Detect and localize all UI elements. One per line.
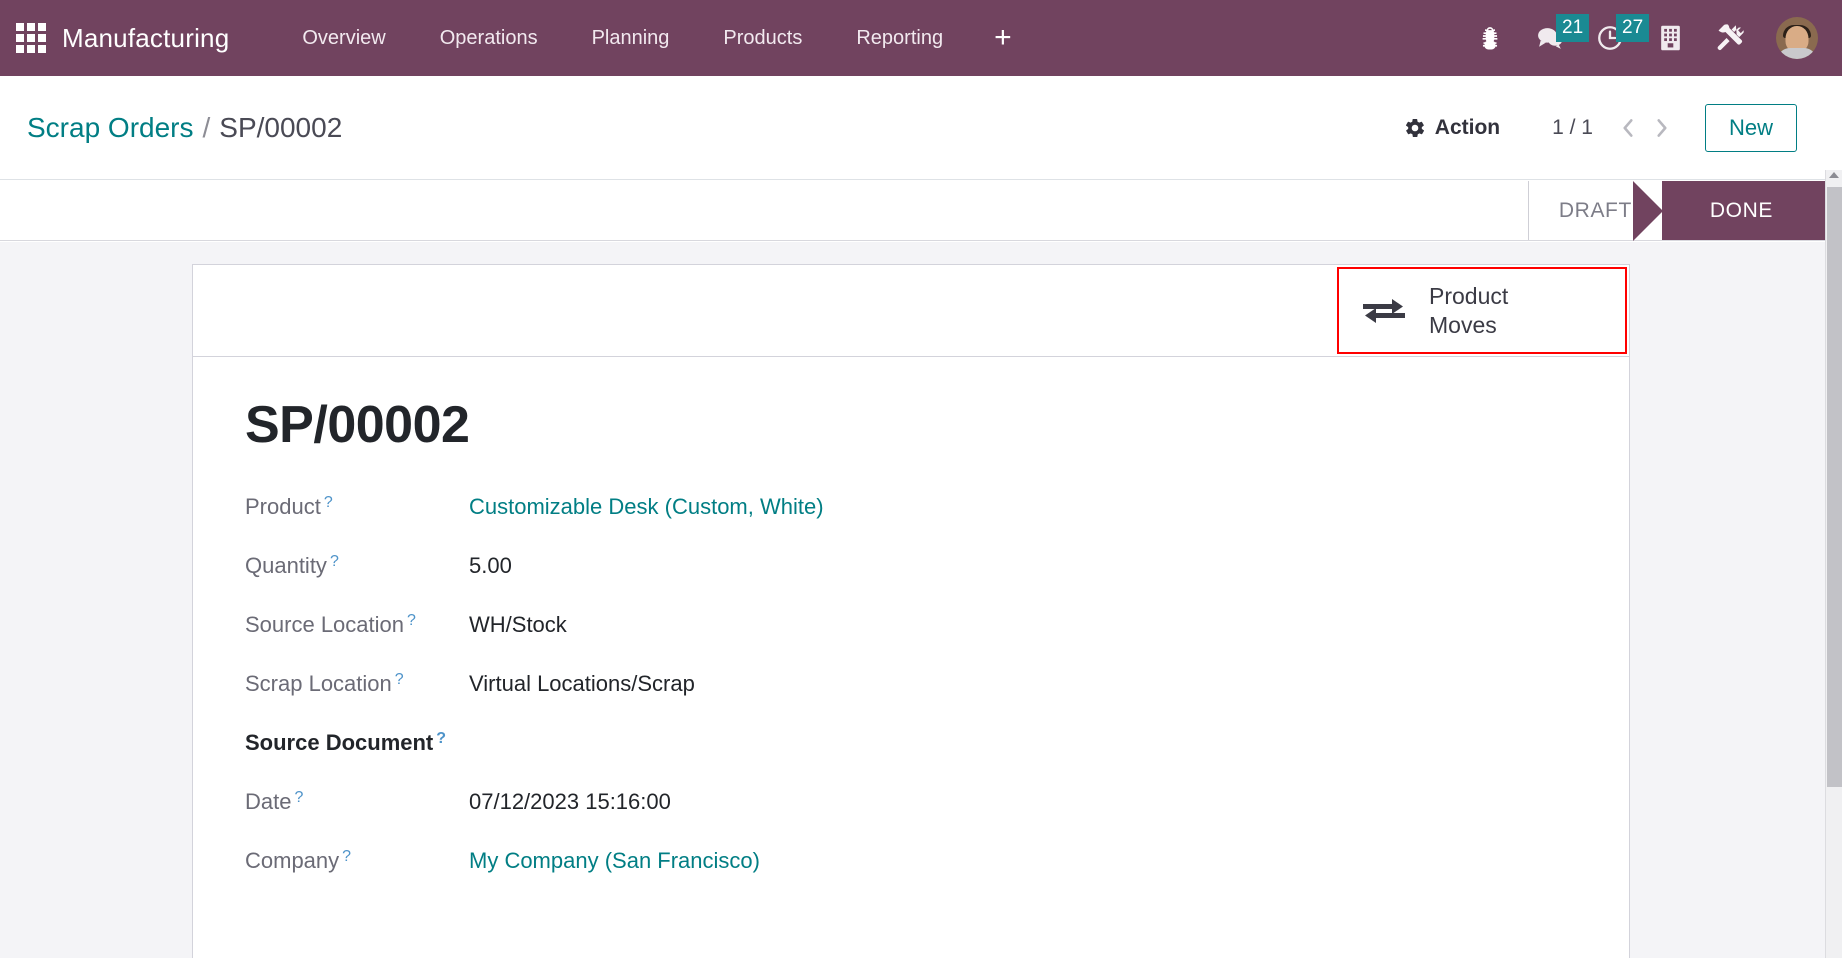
scroll-up-arrow-icon[interactable] xyxy=(1829,172,1839,178)
field-label-scrap-location: Scrap Location ? xyxy=(245,671,469,697)
menu-item-products[interactable]: Products xyxy=(696,0,829,76)
field-label-source-document: Source Document ? xyxy=(245,730,469,756)
field-value-quantity[interactable]: 5.00 xyxy=(469,553,512,579)
field-tooltip-icon[interactable]: ? xyxy=(407,612,416,630)
field-label-source-location: Source Location ? xyxy=(245,612,469,638)
field-tooltip-icon[interactable]: ? xyxy=(395,671,404,689)
scrollbar-thumb[interactable] xyxy=(1827,187,1842,787)
record-pager: 1 / 1 xyxy=(1552,111,1679,145)
developer-tools-icon[interactable] xyxy=(1700,0,1760,76)
menu-item-operations[interactable]: Operations xyxy=(413,0,565,76)
product-moves-label-line2: Moves xyxy=(1429,311,1497,338)
bug-icon[interactable] xyxy=(1460,0,1520,76)
field-row-date: Date ? 07/12/2023 15:16:00 xyxy=(245,789,1629,819)
pager-value[interactable]: 1 / 1 xyxy=(1552,116,1593,140)
field-label-product: Product ? xyxy=(245,494,469,520)
company-building-icon[interactable] xyxy=(1640,0,1700,76)
field-label-quantity: Quantity ? xyxy=(245,553,469,579)
field-value-company[interactable]: My Company (San Francisco) xyxy=(469,848,760,874)
breadcrumb-current-item: SP/00002 xyxy=(219,111,343,143)
field-tooltip-icon[interactable]: ? xyxy=(324,494,333,512)
avatar-shirt xyxy=(1777,48,1817,59)
field-label-date-text: Date xyxy=(245,789,292,815)
field-label-company-text: Company xyxy=(245,848,340,874)
record-title: SP/00002 xyxy=(245,396,470,454)
chevron-left-icon[interactable] xyxy=(1611,111,1645,145)
field-tooltip-icon[interactable]: ? xyxy=(436,730,446,748)
scrap-order-form-card: Product Moves SP/00002 Product ? Customi… xyxy=(192,264,1630,958)
field-tooltip-icon[interactable]: ? xyxy=(330,553,339,571)
field-value-date[interactable]: 07/12/2023 15:16:00 xyxy=(469,789,671,815)
status-stage-done[interactable]: DONE xyxy=(1632,181,1825,241)
exchange-arrows-icon xyxy=(1363,298,1405,323)
field-row-company: Company ? My Company (San Francisco) xyxy=(245,848,1629,878)
breadcrumb-parent-link[interactable]: Scrap Orders xyxy=(27,112,194,144)
field-label-product-text: Product xyxy=(245,494,321,520)
add-menu-button[interactable]: + xyxy=(970,0,1036,76)
menu-item-reporting[interactable]: Reporting xyxy=(829,0,970,76)
statusbar-row: DRAFT DONE xyxy=(0,181,1825,241)
product-moves-smart-button[interactable]: Product Moves xyxy=(1337,267,1627,354)
form-card-body: SP/00002 Product ? Customizable Desk (Cu… xyxy=(193,357,1629,878)
new-record-button[interactable]: New xyxy=(1704,103,1797,152)
app-brand-manufacturing[interactable]: Manufacturing xyxy=(62,23,229,54)
apps-menu-button[interactable] xyxy=(0,0,62,76)
field-label-scrap-location-text: Scrap Location xyxy=(245,671,392,697)
vertical-scrollbar[interactable] xyxy=(1825,170,1842,958)
content-area: Product Moves SP/00002 Product ? Customi… xyxy=(0,242,1825,958)
field-value-product[interactable]: Customizable Desk (Custom, White) xyxy=(469,494,824,520)
field-label-source-document-text: Source Document xyxy=(245,730,434,756)
status-stage-bar: DRAFT DONE xyxy=(1527,181,1825,241)
form-card-header: Product Moves xyxy=(193,265,1629,357)
field-row-quantity: Quantity ? 5.00 xyxy=(245,553,1629,583)
top-navbar: Manufacturing Overview Operations Planni… xyxy=(0,0,1842,76)
control-panel-actions: Action 1 / 1 New xyxy=(1394,103,1825,152)
messages-icon[interactable]: 21 xyxy=(1520,0,1590,76)
breadcrumb: Scrap Orders / SP/00002 xyxy=(27,112,342,144)
gear-icon xyxy=(1405,118,1424,137)
breadcrumb-separator: / xyxy=(202,111,211,143)
action-button-label: Action xyxy=(1434,115,1501,139)
activities-clock-icon[interactable]: 27 xyxy=(1580,0,1650,76)
field-label-source-location-text: Source Location xyxy=(245,612,404,638)
chevron-right-icon[interactable] xyxy=(1645,111,1679,145)
menu-item-planning[interactable]: Planning xyxy=(565,0,697,76)
field-row-scrap-location: Scrap Location ? Virtual Locations/Scrap xyxy=(245,671,1629,701)
apps-grid-icon xyxy=(16,23,46,53)
field-tooltip-icon[interactable]: ? xyxy=(294,789,303,807)
navbar-systray: 21 27 xyxy=(1460,0,1842,76)
field-tooltip-icon[interactable]: ? xyxy=(342,848,351,866)
field-value-source-location[interactable]: WH/Stock xyxy=(469,612,567,638)
scrollbar-gutter-top xyxy=(1825,76,1842,170)
field-row-source-document: Source Document ? xyxy=(245,730,1629,760)
user-avatar[interactable] xyxy=(1776,17,1818,59)
control-panel: Scrap Orders / SP/00002 Action 1 / 1 New xyxy=(0,76,1825,180)
field-row-source-location: Source Location ? WH/Stock xyxy=(245,612,1629,642)
field-label-date: Date ? xyxy=(245,789,469,815)
main-menu: Overview Operations Planning Products Re… xyxy=(275,0,1035,76)
product-moves-label-line1: Product xyxy=(1429,282,1509,309)
field-value-scrap-location[interactable]: Virtual Locations/Scrap xyxy=(469,671,695,697)
product-moves-label: Product Moves xyxy=(1429,282,1508,340)
action-button[interactable]: Action xyxy=(1394,110,1510,146)
field-row-product: Product ? Customizable Desk (Custom, Whi… xyxy=(245,494,1629,524)
menu-item-overview[interactable]: Overview xyxy=(275,0,412,76)
field-label-company: Company ? xyxy=(245,848,469,874)
field-label-quantity-text: Quantity xyxy=(245,553,327,579)
